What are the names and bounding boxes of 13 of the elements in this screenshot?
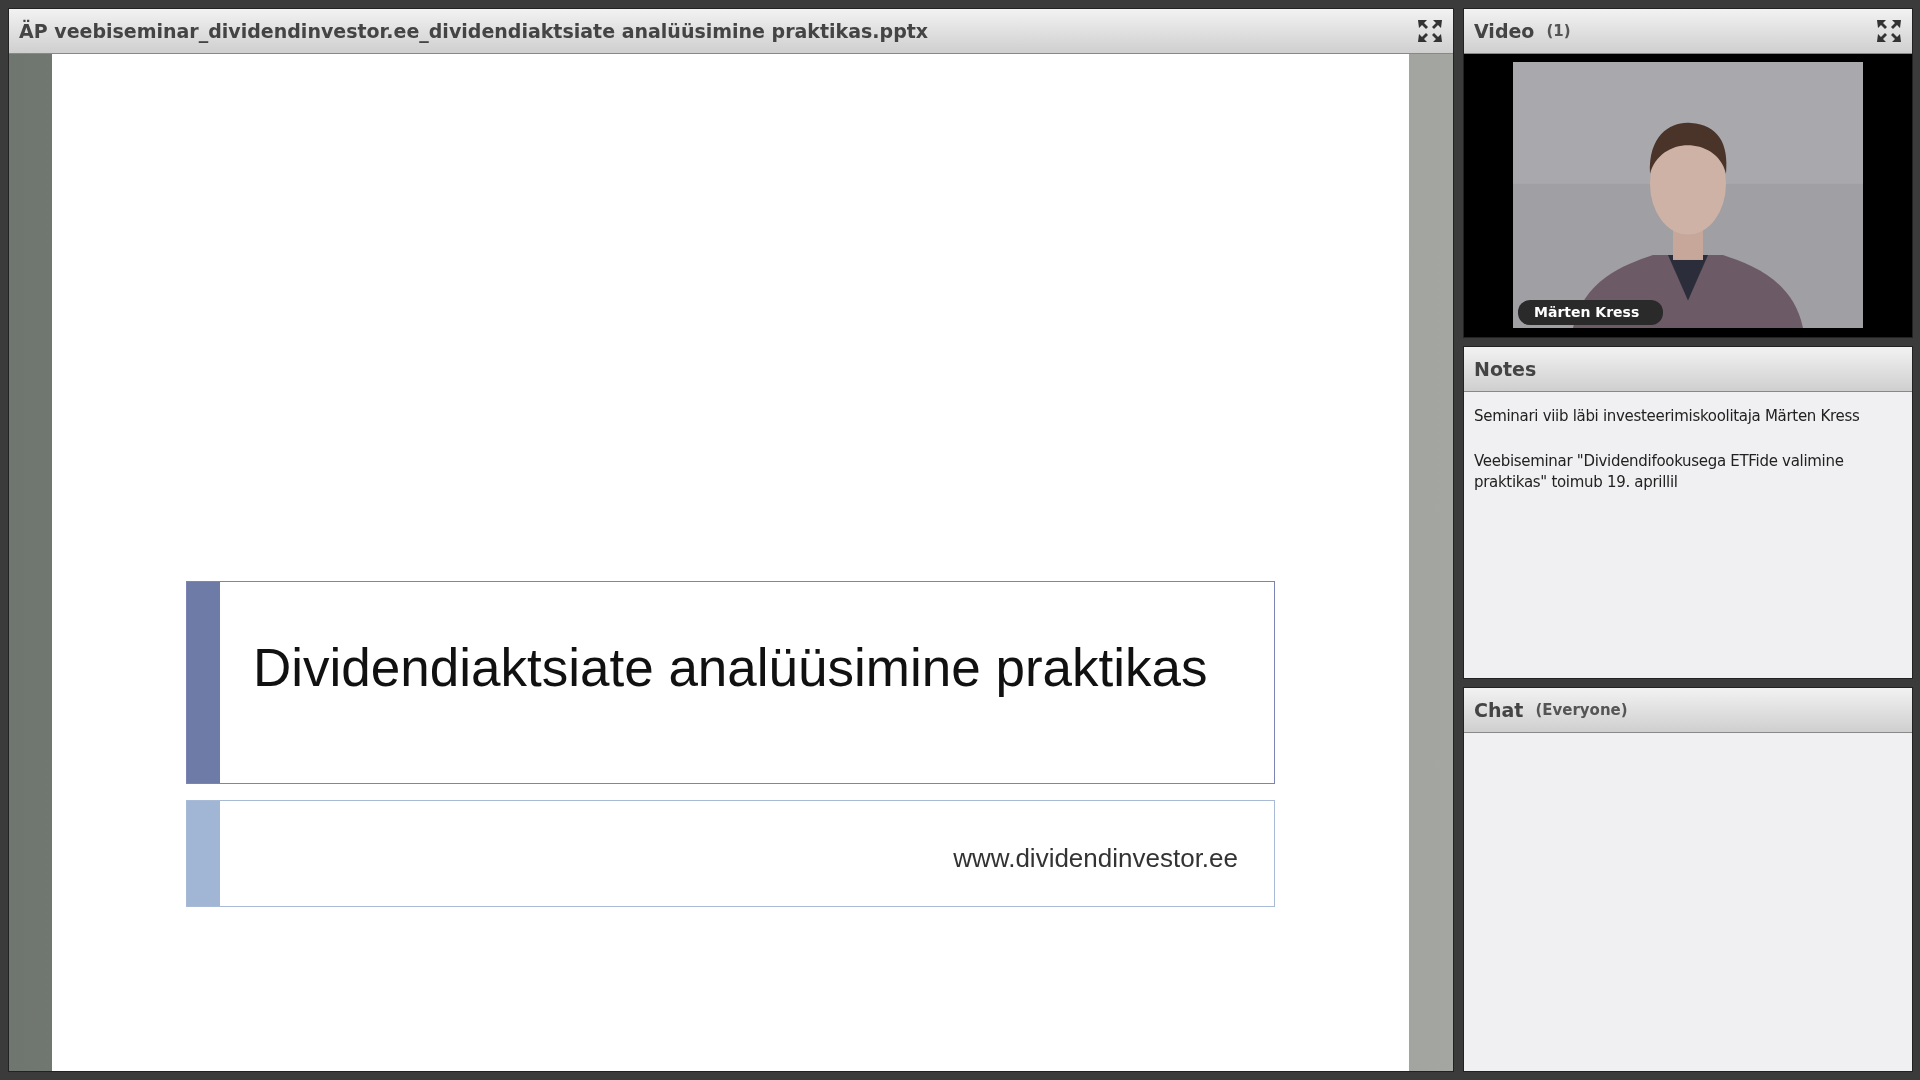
participant-count: (1)	[1546, 20, 1571, 42]
note-text: Seminari viib läbi investeerimiskoolitaja Märten Kress	[1474, 406, 1861, 427]
pod-title: ÄP veebiseminar_dividendinvestor.ee_dividendiaktsiate analüüsimine praktikas.pptx	[19, 18, 929, 45]
fullscreen-icon[interactable]	[1417, 19, 1443, 43]
slide-url: www.dividendinvestor.ee	[953, 842, 1239, 875]
fullscreen-icon[interactable]	[1876, 19, 1902, 43]
pod-title: Video	[1474, 18, 1535, 44]
note-text: Veebiseminar "Dividendifookusega ETFide valimine praktikas" toimub 19. aprillil	[1474, 451, 1845, 493]
pod-title: Notes	[1474, 356, 1537, 382]
name-tag: Märten Kress	[1518, 300, 1664, 325]
slide-title: Dividendiaktsiate analüüsimine praktikas	[252, 636, 1209, 699]
chat-audience: (Everyone)	[1535, 699, 1628, 721]
pod-title: Chat	[1474, 697, 1524, 723]
